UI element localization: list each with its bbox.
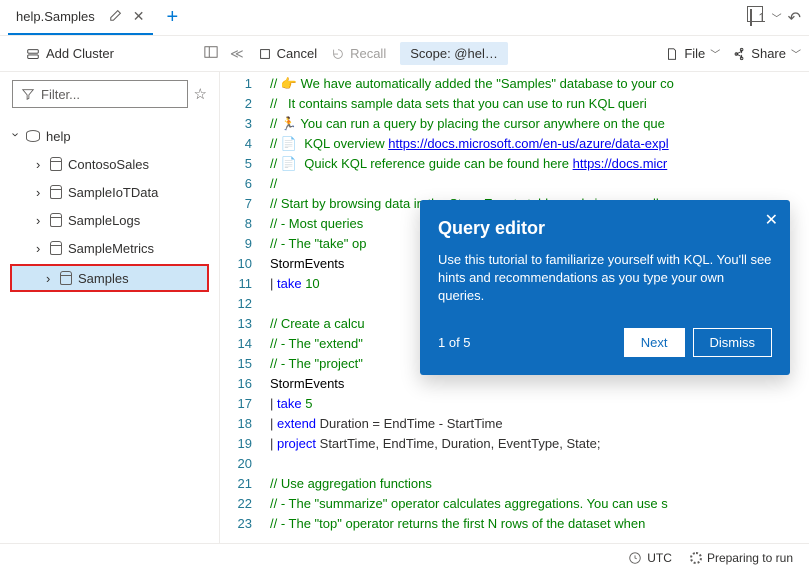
share-label: Share <box>751 46 786 61</box>
clock-icon <box>628 551 642 565</box>
edit-tab-icon[interactable] <box>109 8 123 25</box>
stop-icon <box>258 47 272 61</box>
sub-right: ≪ Cancel Recall Scope: @hel… File ﹀ Shar… <box>230 42 801 65</box>
query-status: Preparing to run <box>690 551 793 565</box>
chevron-icon: › <box>46 271 54 286</box>
status-bar: UTC Preparing to run <box>0 543 809 571</box>
file-menu[interactable]: File ﹀ <box>665 46 720 61</box>
add-cluster-button[interactable]: Add Cluster <box>26 46 114 61</box>
recall-icon <box>331 47 345 61</box>
copy-icon[interactable] <box>750 10 752 25</box>
add-cluster-label: Add Cluster <box>46 46 114 61</box>
tutorial-step: 1 of 5 <box>438 335 471 350</box>
database-icon <box>60 271 72 285</box>
share-icon <box>732 47 746 61</box>
timezone-button[interactable]: UTC <box>628 551 672 565</box>
tree: › help › ContosoSales › SampleIoTData › … <box>0 116 219 294</box>
database-icon <box>50 213 62 227</box>
top-bar: help.Samples ✕ + 1 ﹀ ↶ <box>0 0 809 36</box>
favorite-icon[interactable]: ☆ <box>194 85 207 103</box>
sub-bar: Add Cluster ≪ Cancel Recall Scope: @hel…… <box>0 36 809 72</box>
close-icon[interactable]: ✕ <box>765 210 778 230</box>
tree-item-sampleiotdata[interactable]: › SampleIoTData <box>0 178 219 206</box>
chevron-icon: › <box>36 185 44 200</box>
next-button[interactable]: Next <box>624 328 685 357</box>
chevron-icon: › <box>36 241 44 256</box>
status-label: Preparing to run <box>707 551 793 565</box>
tutorial-body: Use this tutorial to familiarize yoursel… <box>438 251 772 306</box>
database-icon <box>50 157 62 171</box>
close-tab-icon[interactable]: ✕ <box>133 8 145 25</box>
recall-label: Recall <box>350 46 386 61</box>
tree-item-samplemetrics[interactable]: › SampleMetrics <box>0 234 219 262</box>
tutorial-title: Query editor <box>438 218 772 239</box>
chevron-icon: › <box>9 132 24 140</box>
timezone-label: UTC <box>647 551 672 565</box>
scope-label: Scope: @hel… <box>410 46 498 61</box>
tree-item-samples[interactable]: › Samples <box>10 264 209 292</box>
database-icon <box>50 185 62 199</box>
tree-item-contososales[interactable]: › ContosoSales <box>0 150 219 178</box>
sidebar: Filter... ☆ › help › ContosoSales › Samp… <box>0 72 220 543</box>
tree-item-label: Samples <box>78 271 129 286</box>
chevron-icon: › <box>36 157 44 172</box>
cancel-button[interactable]: Cancel <box>258 46 317 61</box>
tree-root-label: help <box>46 129 71 144</box>
tree-item-label: SampleMetrics <box>68 241 154 256</box>
sub-left: Add Cluster <box>8 45 218 62</box>
panel-icon[interactable] <box>204 45 218 62</box>
filter-row: Filter... ☆ <box>0 80 219 116</box>
cancel-label: Cancel <box>277 46 317 61</box>
chevron-down-icon: ﹀ <box>791 46 801 61</box>
line-gutter: 1234567891011121314151617181920212223 <box>220 72 262 543</box>
top-right-controls: 1 ﹀ ↶ <box>750 8 801 28</box>
tree-item-label: SampleIoTData <box>68 185 158 200</box>
chevron-down-icon[interactable]: ﹀ <box>772 10 782 25</box>
cluster-icon <box>26 47 40 61</box>
active-tab[interactable]: help.Samples ✕ <box>8 0 153 35</box>
filter-placeholder: Filter... <box>41 87 80 102</box>
database-icon <box>50 241 62 255</box>
chevron-icon: › <box>36 213 44 228</box>
scope-pill[interactable]: Scope: @hel… <box>400 42 508 65</box>
share-menu[interactable]: Share ﹀ <box>732 46 801 61</box>
spinner-icon <box>690 552 702 564</box>
filter-input[interactable]: Filter... <box>12 80 188 108</box>
file-icon <box>665 47 679 61</box>
tree-item-label: SampleLogs <box>68 213 140 228</box>
collapse-icon[interactable]: ≪ <box>230 46 244 62</box>
file-label: File <box>684 46 705 61</box>
new-tab-button[interactable]: + <box>167 6 179 29</box>
recall-button[interactable]: Recall <box>331 46 386 61</box>
tab-title: help.Samples <box>16 9 95 24</box>
tree-item-samplelogs[interactable]: › SampleLogs <box>0 206 219 234</box>
chevron-down-icon: ﹀ <box>710 46 720 61</box>
filter-icon <box>21 87 35 101</box>
undo-icon[interactable]: ↶ <box>788 8 801 28</box>
tree-item-label: ContosoSales <box>68 157 149 172</box>
dismiss-button[interactable]: Dismiss <box>693 328 773 357</box>
tutorial-popup: ✕ Query editor Use this tutorial to fami… <box>420 200 790 375</box>
server-icon <box>26 130 40 142</box>
tree-root-help[interactable]: › help <box>0 122 219 150</box>
